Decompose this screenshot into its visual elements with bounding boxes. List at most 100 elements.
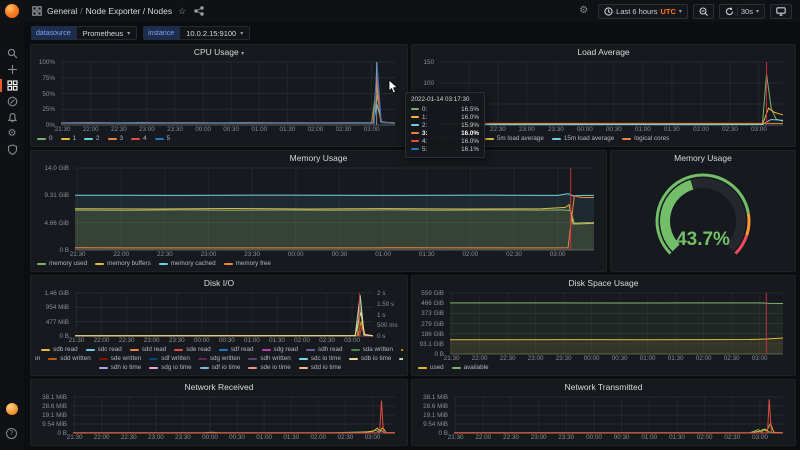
apps-grid-icon: [32, 6, 47, 16]
legend-item[interactable]: sde written: [98, 355, 141, 362]
legend-item[interactable]: sda written: [350, 346, 393, 353]
x-axis-tick: 21:30: [69, 251, 86, 258]
legend-item[interactable]: sdh written: [248, 355, 291, 362]
dashboard-variables-bar: datasource Prometheus ▾ instance 10.0.2.…: [24, 22, 800, 44]
alerting-icon[interactable]: [0, 110, 24, 125]
star-icon[interactable]: ☆: [178, 6, 186, 17]
kiosk-mode-button[interactable]: [770, 3, 792, 19]
legend-item[interactable]: memory free: [223, 260, 271, 267]
legend-item[interactable]: available: [451, 364, 489, 371]
x-axis-tick: 00:30: [606, 126, 622, 133]
panel-title[interactable]: CPU Usage ▾: [31, 47, 407, 57]
legend-item[interactable]: 3: [107, 135, 123, 142]
dashboard-settings-button[interactable]: ⚙: [574, 4, 593, 19]
legend-item[interactable]: sdg io time: [149, 364, 192, 371]
legend-item[interactable]: 4: [131, 135, 147, 142]
legend-color-dash: [85, 348, 95, 351]
legend-item[interactable]: 0: [37, 135, 53, 142]
legend-item[interactable]: sdc written: [35, 355, 40, 362]
legend-item[interactable]: 15m load average: [551, 135, 614, 142]
x-axis-tick: 02:00: [462, 251, 479, 258]
share-icon[interactable]: [186, 6, 204, 16]
search-icon[interactable]: [0, 46, 24, 61]
panel-title[interactable]: Memory Usage: [31, 153, 606, 163]
right-axis-tick: 500 ms: [377, 322, 398, 330]
right-axis-tick: 1 s: [377, 311, 386, 319]
refresh-picker[interactable]: 30s ▾: [718, 3, 765, 19]
help-icon[interactable]: ?: [6, 428, 17, 439]
legend-item[interactable]: sdd written: [48, 355, 91, 362]
legend-item[interactable]: sdb io time: [348, 355, 391, 362]
panel-title[interactable]: Network Transmitted: [412, 382, 795, 392]
create-icon[interactable]: [0, 62, 24, 77]
panel-title[interactable]: Load Average: [412, 47, 795, 57]
x-axis-tick: 22:00: [113, 251, 130, 258]
legend-color-dash: [129, 348, 139, 351]
legend-item[interactable]: sda io time: [399, 355, 403, 362]
user-avatar[interactable]: [6, 403, 18, 415]
legend-item[interactable]: sdg written: [197, 355, 240, 362]
panel-title[interactable]: Memory Usage: [611, 153, 795, 163]
y-axis-tick: 186 GiB: [421, 330, 444, 338]
panel-title[interactable]: Network Received: [31, 382, 407, 392]
y-axis-tick: 559 GiB: [421, 290, 444, 297]
legend-item[interactable]: sdc io time: [298, 355, 341, 362]
legend-item[interactable]: 2: [84, 135, 100, 142]
panel-title[interactable]: Disk Space Usage: [412, 278, 795, 288]
legend-item[interactable]: 1: [60, 135, 76, 142]
explore-icon[interactable]: [0, 94, 24, 109]
legend-item[interactable]: 5: [154, 135, 170, 142]
legend-color-dash: [174, 348, 184, 351]
configuration-icon[interactable]: ⚙: [0, 126, 24, 141]
breadcrumb-dashboard-title[interactable]: Node Exporter / Nodes: [86, 6, 172, 16]
x-axis-tick: 00:00: [287, 251, 304, 258]
x-axis-tick: 22:30: [156, 251, 173, 258]
legend-item[interactable]: memory buffers: [95, 260, 151, 267]
tooltip-row: 5: 16.1%: [411, 145, 479, 153]
legend-item[interactable]: sdd io time: [298, 364, 341, 371]
legend-color-dash: [551, 137, 561, 140]
series-line-2: [61, 104, 395, 123]
breadcrumb-folder[interactable]: General: [47, 6, 77, 16]
grafana-logo-icon[interactable]: [5, 4, 19, 18]
legend-item[interactable]: sdf written: [149, 355, 190, 362]
panel-title[interactable]: Disk I/O: [31, 278, 407, 288]
panel-cpu-usage: CPU Usage ▾ 100% 75% 50% 25% 0% 21:30 22:00 22:…: [30, 44, 408, 147]
legend-item[interactable]: sdh io time: [98, 364, 141, 371]
legend-item[interactable]: sdb read: [41, 346, 78, 353]
time-range-label: Last 6 hours: [616, 6, 658, 16]
tooltip-row: 3: 16.0%: [411, 129, 479, 137]
legend-item[interactable]: logical cores: [622, 135, 669, 142]
legend-item[interactable]: sdc read: [85, 346, 122, 353]
legend-item[interactable]: sdf io time: [199, 364, 240, 371]
y-axis-tick: 0 B: [59, 247, 69, 254]
legend-item[interactable]: sdh read: [306, 346, 343, 353]
legend-item[interactable]: sde io time: [248, 364, 291, 371]
x-axis-tick: 00:30: [218, 337, 235, 344]
series-line-sda io time: [75, 295, 373, 336]
server-admin-icon[interactable]: [0, 142, 24, 157]
zoom-out-button[interactable]: [692, 3, 714, 19]
y-axis-tick: 373 GiB: [421, 310, 444, 318]
cpu-usage-chart: 100% 75% 50% 25% 0% 21:30 22:00 22:30 23:00 23:30…: [35, 59, 403, 143]
y-axis-tick: 100: [423, 79, 434, 87]
variable-instance-select[interactable]: 10.0.2.15:9100 ▾: [179, 26, 251, 40]
legend-item[interactable]: sdf read: [218, 346, 254, 353]
legend-item[interactable]: sdb written: [401, 346, 403, 353]
x-axis-tick: 23:30: [167, 126, 183, 133]
legend-item[interactable]: sdg read: [261, 346, 298, 353]
series-line-memory cached: [75, 194, 594, 196]
time-range-picker[interactable]: Last 6 hours UTC ▾: [598, 3, 688, 19]
legend-item[interactable]: sdd read: [129, 346, 166, 353]
legend-item[interactable]: used: [418, 364, 444, 371]
legend-color-dash: [154, 137, 164, 140]
x-axis-tick: 22:30: [120, 434, 137, 441]
variable-datasource-select[interactable]: Prometheus ▾: [75, 26, 138, 40]
legend-item[interactable]: sde read: [174, 346, 211, 353]
legend-color-dash: [37, 137, 46, 140]
y-axis-tick: 14.0 GiB: [44, 165, 69, 172]
legend-item[interactable]: memory used: [37, 260, 87, 267]
dashboards-icon[interactable]: [0, 78, 24, 93]
legend-item[interactable]: memory cached: [158, 260, 216, 267]
legend-item[interactable]: 5m load average: [484, 135, 544, 142]
